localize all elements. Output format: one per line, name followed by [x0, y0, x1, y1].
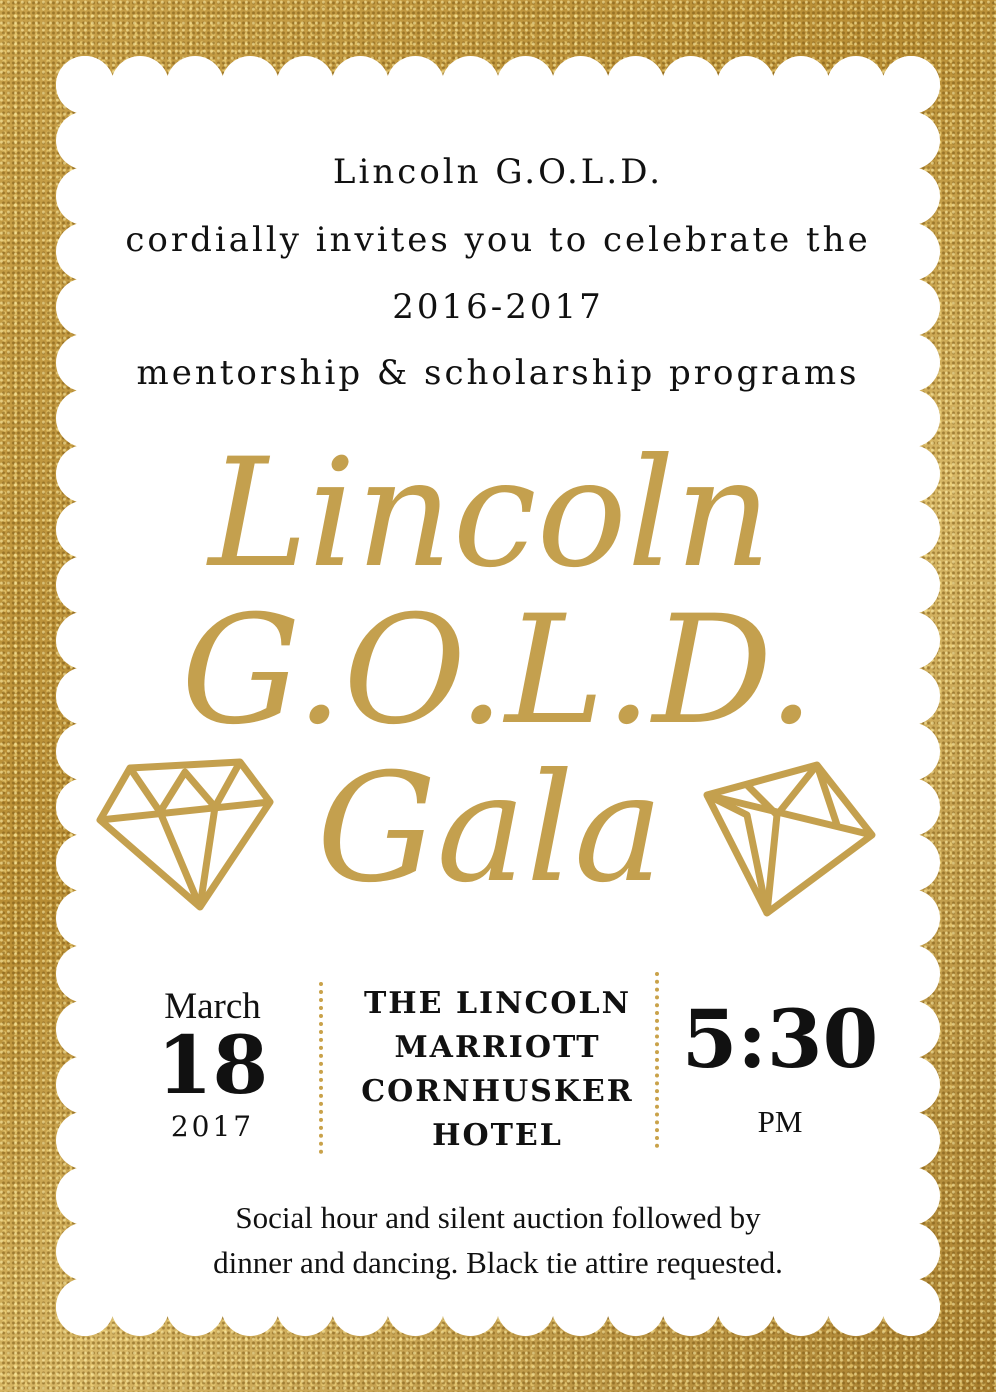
time-value: 5:30 — [681, 992, 879, 1086]
time-period: PM — [757, 1104, 803, 1139]
venue-line-4: HOTEL — [432, 1118, 563, 1153]
venue-line-3: CORNHUSKER — [361, 1074, 634, 1109]
venue-line-1: THE LINCOLN — [363, 986, 632, 1021]
venue-block: THE LINCOLN MARRIOTT CORNHUSKER HOTEL — [345, 982, 650, 1158]
divider-left — [319, 982, 323, 1154]
venue-line-2: MARRIOTT — [394, 1030, 601, 1065]
footer-line-2: dinner and dancing. Black tie attire req… — [213, 1245, 783, 1280]
date-day: 18 — [156, 1018, 269, 1112]
host-name: Lincoln G.O.L.D. — [332, 152, 664, 192]
date-year: 2017 — [170, 1110, 255, 1143]
program-names: mentorship & scholarship programs — [136, 353, 860, 393]
invite-line: cordially invites you to celebrate the — [125, 220, 871, 260]
program-years: 2016-2017 — [392, 287, 604, 327]
footer-line-1: Social hour and silent auction followed … — [235, 1200, 761, 1235]
scalloped-card — [56, 56, 940, 1336]
divider-right — [655, 972, 659, 1148]
